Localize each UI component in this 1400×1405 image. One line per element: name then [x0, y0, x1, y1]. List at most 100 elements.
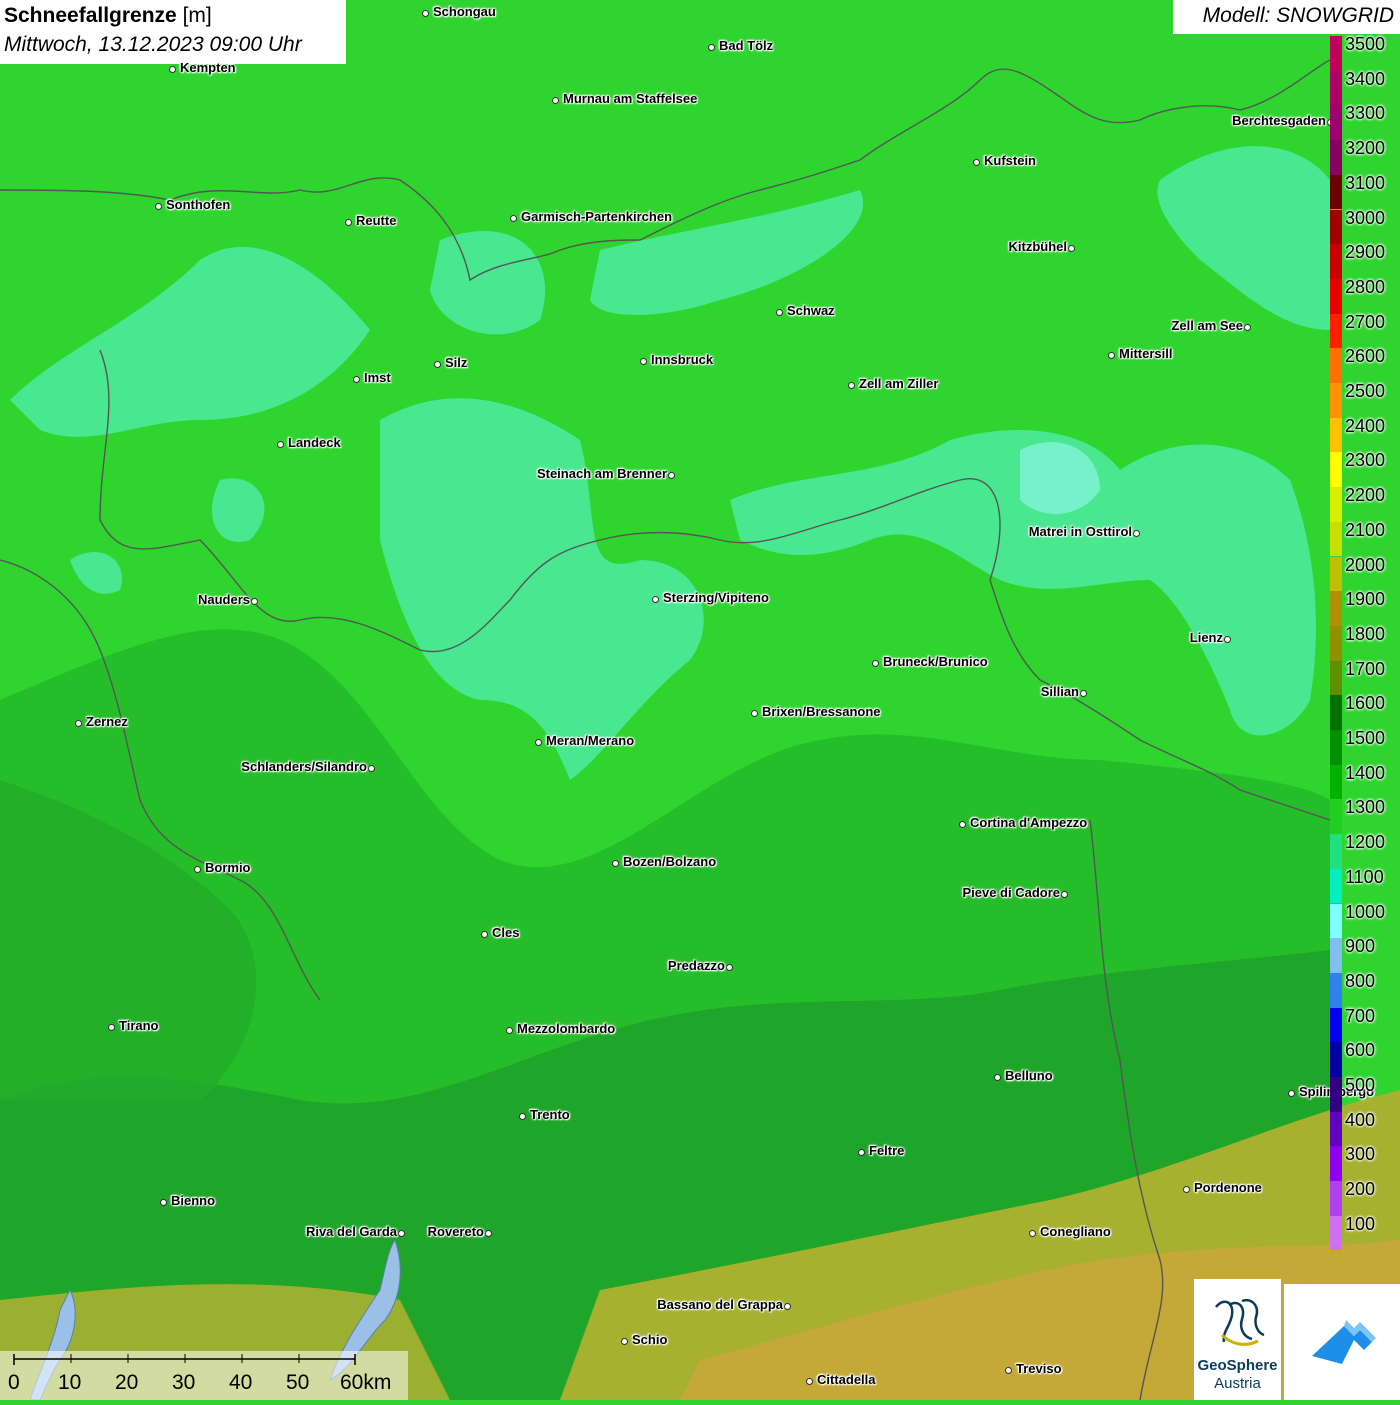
- city-marker-bad-t-lz: [707, 43, 715, 51]
- city-marker-cittadella: [805, 1377, 813, 1385]
- legend-swatch-1500: [1330, 730, 1342, 765]
- legend-label-2800: 2800: [1345, 276, 1386, 297]
- map-datetime: Mittwoch, 13.12.2023 09:00 Uhr: [4, 33, 302, 56]
- legend-label-1300: 1300: [1345, 797, 1386, 818]
- legend-label-3300: 3300: [1345, 103, 1386, 124]
- city-marker-schwaz: [775, 308, 783, 316]
- legend-swatch-700: [1330, 1007, 1342, 1043]
- city-label-lienz: Lienz: [1189, 630, 1223, 645]
- map-title: Schneefallgrenze [m]: [4, 2, 342, 30]
- city-label-nauders: Nauders: [197, 592, 250, 607]
- city-marker-bassano-del-grappa: [783, 1302, 791, 1310]
- city-marker-kitzb-hel: [1067, 244, 1075, 252]
- city-marker-mezzolombardo: [505, 1026, 513, 1034]
- snow-mountain-icon: [1312, 1320, 1376, 1364]
- city-label-bienno: Bienno: [171, 1193, 216, 1208]
- legend-swatch-100: [1330, 1215, 1342, 1251]
- city-marker-sillian: [1079, 689, 1087, 697]
- city-marker-pieve-di-cadore: [1060, 890, 1068, 898]
- city-label-matrei-in-osttirol: Matrei in Osttirol: [1028, 524, 1132, 539]
- city-label-mittersill: Mittersill: [1119, 346, 1173, 361]
- city-label-pieve-di-cadore: Pieve di Cadore: [962, 885, 1060, 900]
- city-marker-conegliano: [1028, 1229, 1036, 1237]
- legend-label-1400: 1400: [1345, 762, 1386, 783]
- model-label: Modell: SNOWGRID: [1173, 0, 1400, 34]
- legend-label-1800: 1800: [1345, 623, 1386, 644]
- city-marker-feltre: [857, 1148, 865, 1156]
- scale-tick-0: 0: [8, 1371, 20, 1394]
- city-label-mezzolombardo: Mezzolombardo: [517, 1021, 616, 1036]
- city-marker-kufstein: [972, 158, 980, 166]
- city-marker-pordenone: [1182, 1185, 1190, 1193]
- legend-swatch-400: [1330, 1111, 1342, 1147]
- city-label-meran-merano: Meran/Merano: [546, 733, 635, 748]
- legend-label-700: 700: [1345, 1005, 1376, 1026]
- city-label-cortina-d-ampezzo: Cortina d'Ampezzo: [970, 815, 1088, 830]
- legend-label-3100: 3100: [1345, 172, 1386, 193]
- city-marker-tirano: [107, 1023, 115, 1031]
- city-marker-cortina-d-ampezzo: [958, 820, 966, 828]
- city-marker-lienz: [1223, 635, 1231, 643]
- city-marker-cles: [480, 930, 488, 938]
- city-label-zell-am-ziller: Zell am Ziller: [859, 376, 939, 391]
- scale-tick-40: 40: [229, 1371, 253, 1394]
- city-marker-schlanders-silandro: [367, 764, 375, 772]
- legend-label-300: 300: [1345, 1144, 1376, 1165]
- scale-tick-10: 10: [58, 1371, 82, 1394]
- city-label-schlanders-silandro: Schlanders/Silandro: [241, 759, 367, 774]
- legend-label-1100: 1100: [1345, 866, 1384, 887]
- city-marker-zernez: [74, 719, 82, 727]
- legend-label-900: 900: [1345, 936, 1376, 957]
- city-marker-predazzo: [725, 963, 733, 971]
- legend-label-3200: 3200: [1345, 138, 1386, 159]
- city-marker-kempten: [168, 65, 176, 73]
- legend-swatch-2100: [1330, 521, 1342, 557]
- city-label-schio: Schio: [632, 1332, 668, 1347]
- geosphere-logo[interactable]: GeoSphere Austria: [1194, 1279, 1281, 1400]
- geosphere-name-line1: GeoSphere: [1197, 1357, 1278, 1374]
- legend-label-500: 500: [1345, 1075, 1376, 1095]
- legend-swatch-2400: [1330, 417, 1342, 453]
- legend-swatch-1300: [1330, 799, 1342, 835]
- city-marker-innsbruck: [639, 357, 647, 365]
- legend-swatch-2000: [1330, 556, 1342, 592]
- city-label-belluno: Belluno: [1005, 1068, 1053, 1083]
- app-logo[interactable]: [1284, 1284, 1400, 1400]
- city-label-bozen-bolzano: Bozen/Bolzano: [623, 854, 717, 869]
- city-marker-riva-del-garda: [397, 1229, 405, 1237]
- legend-label-400: 400: [1345, 1109, 1376, 1130]
- city-marker-zell-am-see: [1243, 323, 1251, 331]
- city-label-bruneck-brunico: Bruneck/Brunico: [883, 654, 988, 669]
- city-marker-trento: [518, 1112, 526, 1120]
- city-marker-meran-merano: [534, 738, 542, 746]
- legend-swatch-2600: [1330, 348, 1342, 383]
- legend-label-3000: 3000: [1345, 207, 1386, 228]
- scale-tick-50: 50: [286, 1371, 310, 1394]
- city-marker-rovereto: [484, 1229, 492, 1237]
- legend-label-3500: 3500: [1345, 34, 1386, 54]
- geosphere-name-line2: Austria: [1214, 1375, 1261, 1392]
- city-label-feltre: Feltre: [869, 1143, 905, 1158]
- legend-swatch-1800: [1330, 625, 1342, 661]
- city-marker-bormio: [193, 865, 201, 873]
- city-label-trento: Trento: [530, 1107, 570, 1122]
- city-marker-imst: [352, 375, 360, 383]
- legend-label-1700: 1700: [1345, 658, 1386, 679]
- city-marker-mittersill: [1107, 351, 1115, 359]
- legend-label-1600: 1600: [1345, 693, 1386, 714]
- legend-swatch-2500: [1330, 383, 1342, 418]
- legend-label-2700: 2700: [1345, 311, 1386, 332]
- city-marker-silz: [433, 360, 441, 368]
- city-label-treviso: Treviso: [1016, 1361, 1062, 1376]
- scale-tick-60km: 60km: [340, 1371, 392, 1394]
- legend-label-1200: 1200: [1345, 832, 1386, 853]
- legend-swatch-3300: [1330, 105, 1342, 141]
- legend-swatch-1000: [1330, 903, 1342, 939]
- legend-swatch-2900: [1330, 244, 1342, 279]
- city-label-imst: Imst: [364, 370, 391, 385]
- legend-swatch-800: [1330, 972, 1342, 1008]
- city-marker-schio: [620, 1337, 628, 1345]
- city-label-tirano: Tirano: [119, 1018, 159, 1033]
- legend-label-1000: 1000: [1345, 901, 1386, 922]
- scale-tick-20: 20: [115, 1371, 139, 1394]
